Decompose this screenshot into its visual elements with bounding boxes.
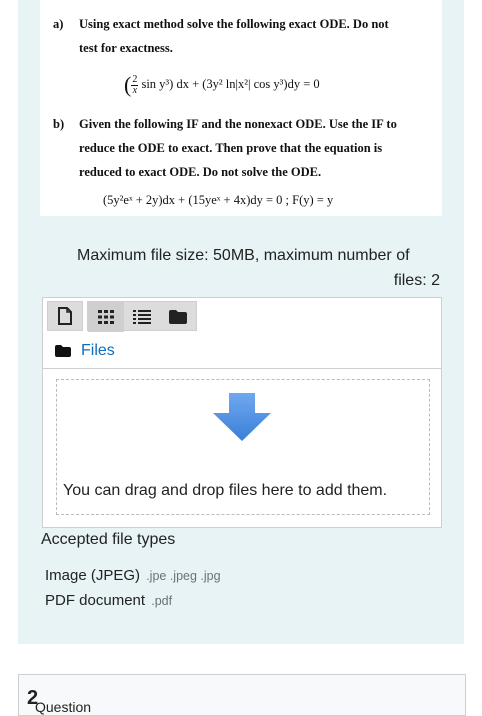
part-b-line3: reduced to exact ODE. Do not solve the O… <box>79 165 322 179</box>
part-b-label: b) <box>53 117 65 131</box>
accepted-type-ext: .pdf <box>151 594 173 608</box>
list-view-button[interactable] <box>124 302 160 332</box>
drop-zone[interactable] <box>42 368 442 528</box>
accepted-type-ext: .jpe .jpeg .jpg <box>146 569 221 583</box>
accepted-type-pdf: PDF document .pdf <box>45 592 172 609</box>
grid-view-button[interactable] <box>88 302 124 332</box>
folder-view-button[interactable] <box>160 302 196 332</box>
file-manager: Files <box>42 297 442 369</box>
part-a-line2: test for exactness. <box>79 41 173 55</box>
accepted-type-jpeg: Image (JPEG) .jpe .jpeg .jpg <box>45 567 221 584</box>
part-b-equation: (5y²eˣ + 2y)dx + (15yeˣ + 4x)dy = 0 ; F(… <box>103 193 334 207</box>
part-a-label: a) <box>53 17 64 31</box>
add-file-button[interactable] <box>47 301 83 331</box>
next-question-header: Question 2 <box>18 674 466 716</box>
accepted-type-name: PDF document <box>45 592 146 609</box>
download-arrow-icon <box>213 393 271 441</box>
file-manager-toolbar <box>47 301 197 332</box>
question-text-box: a) Using exact method solve the followin… <box>40 0 442 216</box>
accepted-type-name: Image (JPEG) <box>45 567 141 584</box>
grid-view-icon <box>98 310 114 324</box>
files-link[interactable]: Files <box>81 342 115 360</box>
part-b-line2: reduce the ODE to exact. Then prove that… <box>79 141 383 155</box>
fraction: 2x <box>131 73 139 96</box>
max-file-size-line2: files: 2 <box>393 272 440 289</box>
max-file-size-line1: Maximum file size: 50MB, maximum number … <box>77 247 410 264</box>
file-add-icon <box>58 307 72 325</box>
part-a-line1: Using exact method solve the following e… <box>79 17 389 31</box>
list-view-icon <box>133 310 151 324</box>
files-path[interactable]: Files <box>55 342 115 360</box>
part-b-line1: Given the following IF and the nonexact … <box>79 117 397 131</box>
folder-view-icon <box>169 310 187 324</box>
accepted-types-title: Accepted file types <box>41 531 176 548</box>
drop-zone-text: You can drag and drop files here to add … <box>63 482 388 499</box>
part-a-equation-rest: sin y³) dx + (3y² ln|x²| cos y³)dy = 0 <box>141 76 320 91</box>
part-a-equation: (2 x sin y³) dx + (3y² ln|x²| cos y³)dy =… <box>124 72 320 97</box>
folder-icon <box>55 345 71 357</box>
next-question-title: Question 2 <box>27 687 92 715</box>
view-switcher <box>87 301 197 332</box>
